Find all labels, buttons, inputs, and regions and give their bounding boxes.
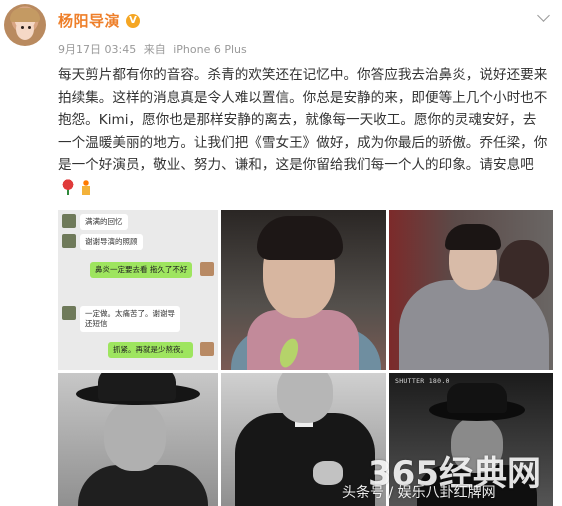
- photo-face: [104, 401, 166, 471]
- candle-icon: [78, 178, 94, 195]
- post-source: iPhone 6 Plus: [173, 43, 247, 56]
- chat-avatar: [62, 214, 76, 228]
- chat-message-line: 还短信: [85, 319, 108, 328]
- author-avatar[interactable]: [4, 4, 46, 46]
- photo-hat-crown: [447, 383, 507, 413]
- chat-message: 鼻炎一定要去看 拖久了不好: [90, 262, 193, 278]
- photo-hair: [445, 224, 501, 250]
- chevron-down-icon[interactable]: [538, 14, 550, 22]
- post-timestamp[interactable]: 9月17日 03:45: [58, 43, 136, 56]
- photo-smiling-actor[interactable]: [221, 210, 386, 370]
- chat-message: 满满的回忆: [80, 214, 128, 230]
- author-row: 杨阳导演 V: [58, 10, 141, 31]
- photo-chat-screenshot[interactable]: 满满的回忆 谢谢导演的照顾 鼻炎一定要去看 拖久了不好 一定做。太痛苦了。谢谢导…: [58, 210, 218, 370]
- rose-icon: [60, 178, 76, 195]
- photo-hands: [313, 461, 343, 485]
- avatar-face: [16, 18, 34, 40]
- avatar-eye: [28, 26, 31, 29]
- photo-coat: [78, 465, 208, 506]
- post-meta: 9月17日 03:45 来自 iPhone 6 Plus: [58, 41, 251, 57]
- photo-hair: [257, 216, 343, 260]
- chat-message-line: 一定做。太痛苦了。谢谢导: [85, 309, 175, 318]
- post-source-prefix: 来自: [143, 43, 166, 56]
- photo-hat-portrait[interactable]: [58, 373, 218, 506]
- chat-avatar: [62, 306, 76, 320]
- post-text: 每天剪片都有你的音容。杀青的欢笑还在记忆中。你答应我去治鼻炎，说好还要来拍续集。…: [58, 67, 548, 174]
- chat-message: 谢谢导演的照顾: [80, 234, 143, 250]
- chat-avatar: [62, 234, 76, 248]
- chat-avatar: [200, 262, 214, 276]
- author-name[interactable]: 杨阳导演: [58, 10, 120, 31]
- verified-icon: V: [126, 13, 141, 28]
- watermark-sub: 头条号 / 娱乐八卦红牌网: [342, 485, 496, 501]
- chat-message: 一定做。太痛苦了。谢谢导 还短信: [80, 306, 180, 332]
- chat-avatar: [200, 342, 214, 356]
- chat-message: 抓紧。再就是少熬夜。: [108, 342, 193, 358]
- photo-body: [399, 280, 549, 370]
- photo-hug[interactable]: [389, 210, 553, 370]
- post-text-block: 每天剪片都有你的音容。杀青的欢笑还在记忆中。你答应我去治鼻炎，说好还要来拍续集。…: [58, 64, 548, 200]
- avatar-eye: [21, 26, 24, 29]
- photo-scarf: [247, 310, 359, 370]
- photo-face: [277, 373, 333, 423]
- photo-hat-crown: [98, 373, 176, 401]
